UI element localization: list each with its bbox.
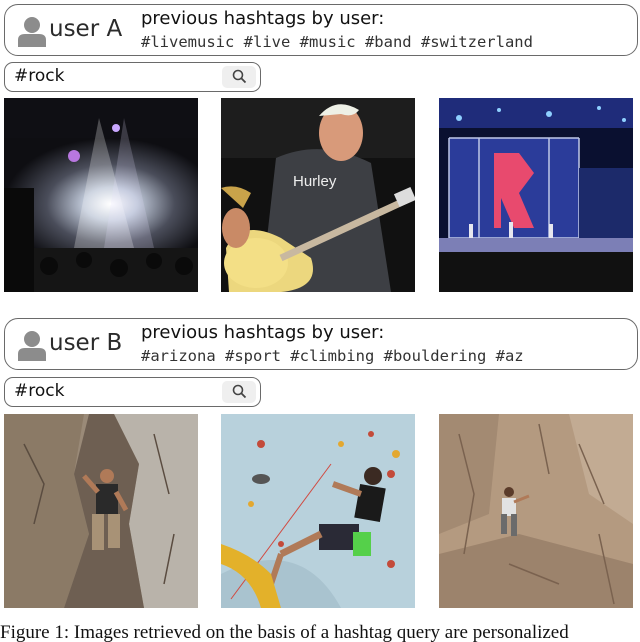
result-photo-guitarist[interactable]: Hurley xyxy=(221,98,415,292)
result-photo-indoor-climber[interactable] xyxy=(221,414,415,608)
history-title: previous hashtags by user: xyxy=(141,322,385,343)
result-photo-stage-rig[interactable] xyxy=(439,98,633,292)
user-name: user A xyxy=(49,16,123,42)
search-bar[interactable]: #rock xyxy=(4,62,261,92)
search-icon xyxy=(232,69,247,84)
search-button[interactable] xyxy=(222,381,256,403)
user-b-card: user B previous hashtags by user: #arizo… xyxy=(4,318,638,370)
search-icon xyxy=(232,384,247,399)
history-tags: #livemusic #live #music #band #switzerla… xyxy=(141,33,533,51)
user-a-card: user A previous hashtags by user: #livem… xyxy=(4,4,638,56)
user-avatar-icon xyxy=(18,331,46,361)
user-name: user B xyxy=(49,330,123,356)
svg-text:Hurley: Hurley xyxy=(293,173,337,190)
result-photo-concert-stage[interactable] xyxy=(4,98,198,292)
history-title: previous hashtags by user: xyxy=(141,8,385,29)
search-button[interactable] xyxy=(222,66,256,88)
user-avatar-icon xyxy=(18,17,46,47)
figure-caption: Figure 1: Images retrieved on the basis … xyxy=(0,622,569,642)
history-tags: #arizona #sport #climbing #bouldering #a… xyxy=(141,347,524,365)
search-input[interactable]: #rock xyxy=(14,66,64,86)
result-photo-rock-climber[interactable] xyxy=(4,414,198,608)
search-bar[interactable]: #rock xyxy=(4,377,261,407)
search-input[interactable]: #rock xyxy=(14,381,64,401)
result-photo-cliff-climber[interactable] xyxy=(439,414,633,608)
